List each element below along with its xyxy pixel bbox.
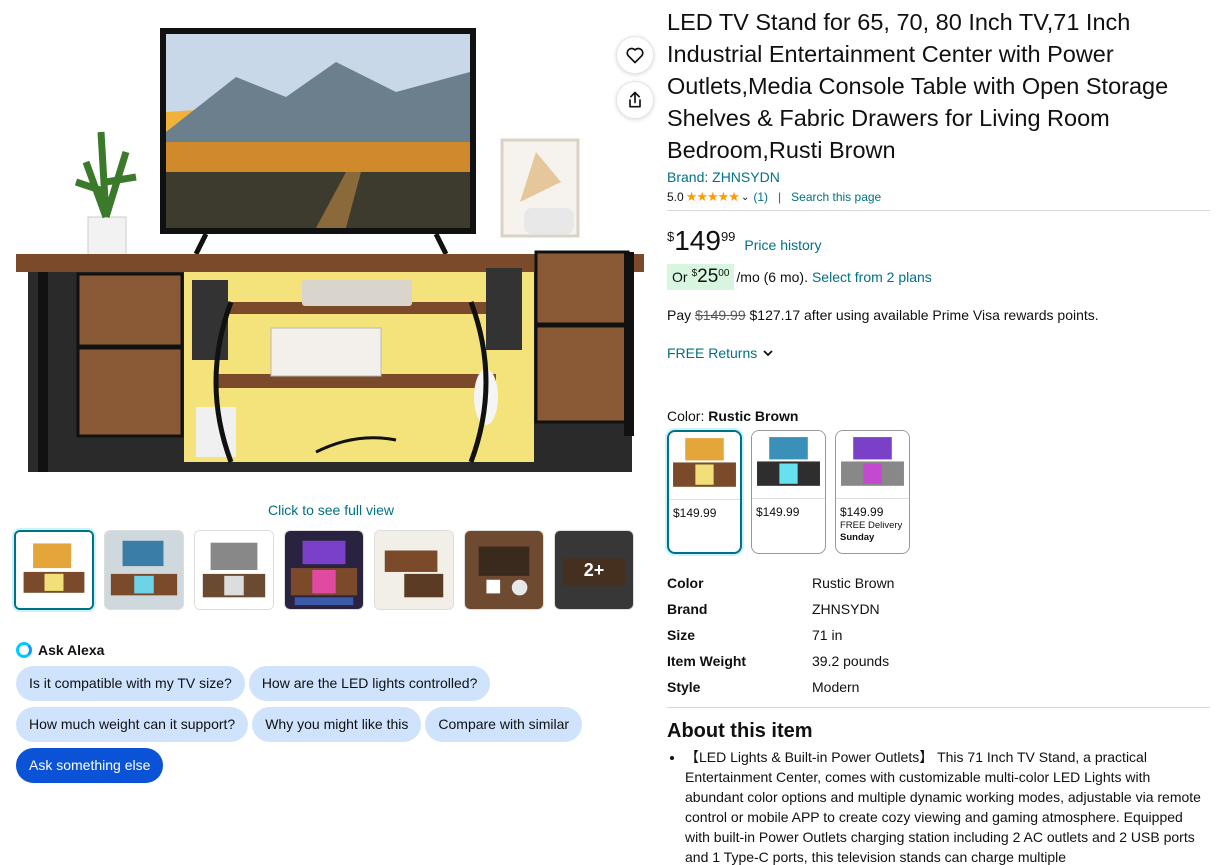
thumbnail-2[interactable] bbox=[104, 530, 184, 610]
alexa-question-chips: Is it compatible with my TV size? How ar… bbox=[16, 666, 636, 783]
spec-value: 71 in bbox=[812, 627, 843, 643]
prime-visa-offer: Pay $149.99 $127.17 after using availabl… bbox=[667, 307, 1210, 323]
pay-strike-price: $149.99 bbox=[695, 307, 746, 323]
alexa-icon bbox=[16, 642, 32, 658]
price-fraction: 99 bbox=[720, 229, 736, 244]
about-item: 【LED Lights & Built-in Power Outlets】 Th… bbox=[685, 747, 1210, 865]
spec-value: 39.2 pounds bbox=[812, 653, 890, 669]
spec-row: Style Modern bbox=[667, 674, 894, 700]
heart-icon bbox=[626, 47, 644, 64]
more-images-badge: 2+ bbox=[555, 531, 633, 609]
click-full-view-link[interactable]: Click to see full view bbox=[16, 502, 646, 518]
price-whole: 149 bbox=[674, 225, 721, 256]
price-history-link[interactable]: Price history bbox=[744, 237, 821, 253]
spec-key: Style bbox=[667, 679, 701, 695]
alexa-chip-weight[interactable]: How much weight can it support? bbox=[16, 707, 249, 742]
rating-value: 5.0 bbox=[667, 190, 684, 204]
thumbnail-4[interactable] bbox=[284, 530, 364, 610]
pay-prefix: Pay bbox=[667, 307, 692, 323]
installment-suffix: /mo (6 mo). bbox=[736, 269, 808, 285]
thumbnail-6[interactable] bbox=[464, 530, 544, 610]
color-label: Color: bbox=[667, 408, 705, 424]
free-returns-label: FREE Returns bbox=[667, 345, 758, 361]
spec-row: Color Rustic Brown bbox=[667, 570, 894, 596]
divider: | bbox=[778, 190, 782, 204]
installment-badge: Or $ 25 00 bbox=[667, 264, 735, 290]
ask-alexa-section: Ask Alexa Is it compatible with my TV si… bbox=[16, 642, 636, 783]
rating-count-link[interactable]: (1) bbox=[753, 190, 768, 204]
spec-key: Item Weight bbox=[667, 653, 747, 669]
installment-whole: 25 bbox=[697, 266, 719, 287]
swatch-rustic-brown[interactable]: $149.99 bbox=[667, 430, 742, 554]
color-value: Rustic Brown bbox=[708, 408, 799, 424]
swatch-price: $149.99 bbox=[756, 505, 800, 519]
swatch-variant-3[interactable]: $149.99 FREE Delivery Sunday bbox=[835, 430, 910, 554]
thumbnail-more[interactable]: 2+ bbox=[554, 530, 634, 610]
thumbnail-3[interactable] bbox=[194, 530, 274, 610]
alexa-chip-compare[interactable]: Compare with similar bbox=[425, 707, 583, 742]
installment-fraction: 00 bbox=[718, 268, 730, 279]
brand-link[interactable]: Brand: ZHNSYDN bbox=[667, 169, 1210, 185]
spec-key: Color bbox=[667, 575, 704, 591]
share-button[interactable] bbox=[616, 81, 654, 119]
rating-row: 5.0 ★★★★★ ⌄ (1) | Search this page bbox=[667, 189, 1210, 211]
alexa-ask-something-else-button[interactable]: Ask something else bbox=[16, 748, 164, 783]
installment-or: Or bbox=[672, 269, 688, 285]
product-details: LED TV Stand for 65, 70, 80 Inch TV,71 I… bbox=[667, 6, 1210, 865]
swatch-variant-2[interactable]: $149.99 bbox=[751, 430, 826, 554]
price-block: $ 149 99 Price history bbox=[667, 225, 1210, 257]
spec-row: Brand ZHNSYDN bbox=[667, 596, 894, 622]
divider bbox=[667, 707, 1210, 708]
star-icon[interactable]: ★★★★★ bbox=[686, 189, 740, 205]
chevron-down-icon bbox=[763, 350, 773, 357]
alexa-chip-why-like[interactable]: Why you might like this bbox=[252, 707, 422, 742]
thumbnail-5[interactable] bbox=[374, 530, 454, 610]
search-this-page-link[interactable]: Search this page bbox=[791, 190, 881, 204]
about-heading: About this item bbox=[667, 720, 813, 742]
product-specs-table: Color Rustic Brown Brand ZHNSYDN Size 71 in… bbox=[667, 570, 894, 700]
add-to-wishlist-button[interactable] bbox=[616, 36, 654, 74]
color-swatches: $149.99 $149.99 $149.99 FREE Delivery Su… bbox=[667, 430, 1210, 554]
swatch-delivery: FREE Delivery Sunday bbox=[836, 519, 909, 544]
spec-row: Size 71 in bbox=[667, 622, 894, 648]
swatch-price: $149.99 bbox=[673, 506, 717, 520]
alexa-chip-tv-size[interactable]: Is it compatible with my TV size? bbox=[16, 666, 245, 701]
chevron-down-icon[interactable]: ⌄ bbox=[741, 192, 749, 203]
thumbnail-strip: 2+ bbox=[14, 530, 634, 610]
spec-value: Modern bbox=[812, 679, 860, 695]
select-plans-link[interactable]: Select from 2 plans bbox=[812, 269, 932, 285]
free-returns-dropdown[interactable]: FREE Returns bbox=[667, 345, 1210, 361]
swatch-price: $149.99 bbox=[840, 505, 884, 519]
ask-alexa-title: Ask Alexa bbox=[16, 642, 636, 658]
swatch-delivery-text: FREE Delivery bbox=[840, 520, 903, 531]
spec-value: Rustic Brown bbox=[812, 575, 895, 591]
main-product-image[interactable] bbox=[16, 22, 654, 477]
spec-key: Size bbox=[667, 627, 696, 643]
pay-suffix: $127.17 after using available Prime Visa… bbox=[749, 307, 1099, 323]
color-selector-label: Color: Rustic Brown bbox=[667, 408, 1210, 424]
product-title: LED TV Stand for 65, 70, 80 Inch TV,71 I… bbox=[667, 9, 1169, 163]
ask-alexa-label: Ask Alexa bbox=[38, 642, 105, 658]
alexa-chip-led-control[interactable]: How are the LED lights controlled? bbox=[248, 666, 491, 701]
share-icon bbox=[629, 91, 641, 108]
thumbnail-1[interactable] bbox=[14, 530, 94, 610]
installment-row: Or $ 25 00 /mo (6 mo). Select from 2 pla… bbox=[667, 264, 1210, 290]
spec-value: ZHNSYDN bbox=[812, 601, 880, 617]
spec-row: Item Weight 39.2 pounds bbox=[667, 648, 894, 674]
swatch-delivery-day: Sunday bbox=[840, 532, 875, 543]
price-currency: $ bbox=[667, 229, 675, 244]
spec-key: Brand bbox=[667, 601, 708, 617]
about-list: 【LED Lights & Built-in Power Outlets】 Th… bbox=[667, 747, 1210, 865]
